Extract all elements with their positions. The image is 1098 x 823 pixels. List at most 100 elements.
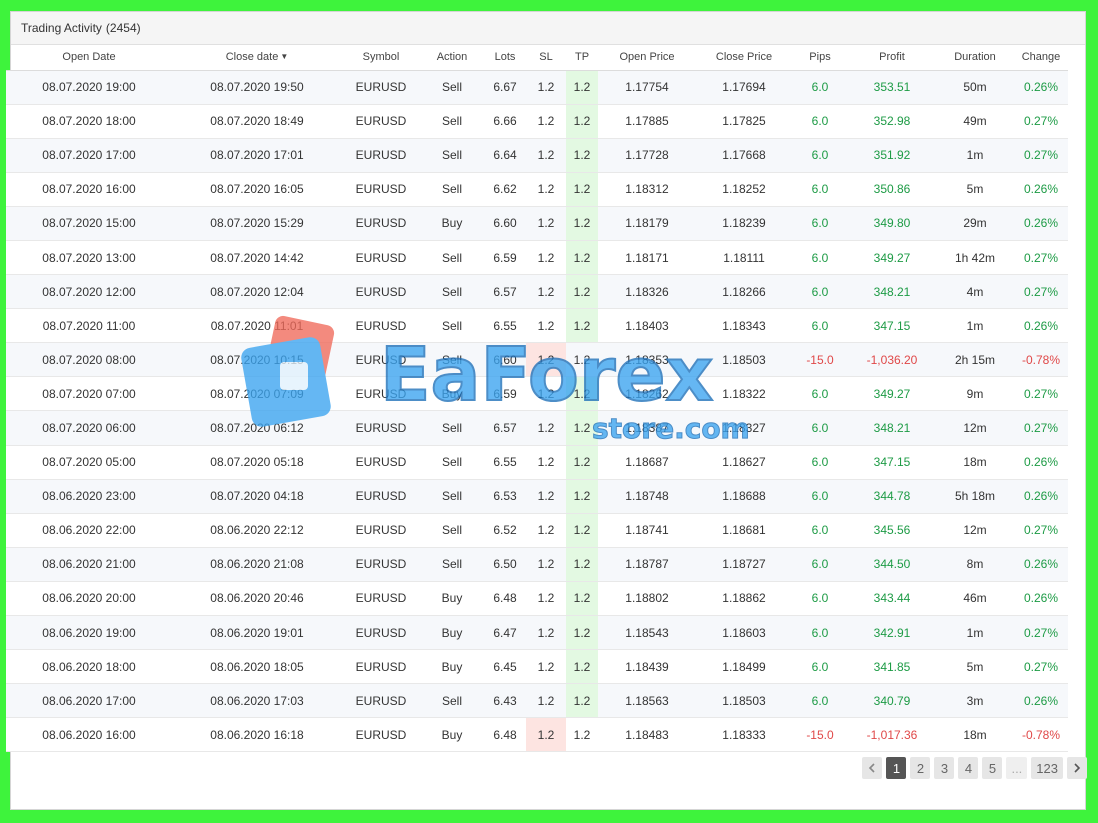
table-row: 08.06.2020 19:00 08.06.2020 19:01 EURUSD Bu…: [6, 615, 1068, 651]
cell-action: Sell: [420, 479, 484, 514]
cell-close-date: 08.07.2020 19:50: [172, 70, 342, 105]
page-button-2[interactable]: 2: [910, 757, 931, 779]
cell-lots: 6.67: [484, 70, 526, 105]
trades-table: Open Date Close date ▼ Symbol Action Lots SL TP…: [6, 45, 1068, 753]
cell-duration: 8m: [936, 547, 1014, 582]
cell-lots: 6.60: [484, 206, 526, 241]
cell-open-date: 08.07.2020 05:00: [6, 445, 172, 480]
chevron-right-icon[interactable]: [1067, 757, 1087, 779]
cell-duration: 5m: [936, 649, 1014, 685]
cell-duration: 1m: [936, 615, 1014, 651]
cell-lots: 6.59: [484, 240, 526, 276]
chevron-left-icon[interactable]: [862, 757, 883, 779]
cell-tp: 1.2: [566, 206, 598, 241]
cell-open-price: 1.18741: [598, 513, 696, 548]
page-button-5[interactable]: 5: [982, 757, 1003, 779]
table-row: 08.06.2020 21:00 08.06.2020 21:08 EURUSD Se…: [6, 547, 1068, 582]
cell-pips: 6.0: [792, 240, 848, 276]
cell-change: -0.78%: [1014, 717, 1068, 753]
cell-change: 0.27%: [1014, 376, 1068, 412]
cell-tp: 1.2: [566, 376, 598, 412]
cell-profit: 347.15: [848, 445, 936, 480]
cell-symbol: EURUSD: [342, 615, 420, 651]
cell-lots: 6.43: [484, 683, 526, 719]
cell-pips: 6.0: [792, 615, 848, 651]
cell-action: Sell: [420, 547, 484, 582]
cell-sl: 1.2: [526, 240, 566, 276]
cell-close-date: 08.07.2020 06:12: [172, 410, 342, 446]
page-button-3[interactable]: 3: [934, 757, 955, 779]
table-row: 08.06.2020 16:00 08.06.2020 16:18 EURUSD Bu…: [6, 717, 1068, 753]
column-header-label: Symbol: [362, 51, 400, 64]
table-row: 08.07.2020 16:00 08.07.2020 16:05 EURUSD Se…: [6, 172, 1068, 207]
column-header-lots[interactable]: Lots: [484, 45, 526, 71]
cell-sl: 1.2: [526, 376, 566, 412]
cell-profit: 350.86: [848, 172, 936, 207]
column-header-open-price[interactable]: Open Price: [598, 45, 696, 71]
column-header-close-date[interactable]: Close date ▼: [172, 45, 342, 71]
cell-sl: 1.2: [526, 513, 566, 548]
column-header-open-date[interactable]: Open Date: [6, 45, 172, 71]
cell-duration: 18m: [936, 445, 1014, 480]
cell-lots: 6.66: [484, 104, 526, 139]
column-header-tp[interactable]: TP: [566, 45, 598, 71]
column-header-label: Pips: [809, 51, 831, 64]
cell-duration: 1h 42m: [936, 240, 1014, 276]
cell-action: Buy: [420, 376, 484, 412]
cell-duration: 5m: [936, 172, 1014, 207]
cell-change: 0.27%: [1014, 104, 1068, 139]
cell-open-price: 1.18483: [598, 717, 696, 753]
cell-symbol: EURUSD: [342, 172, 420, 207]
table-row: 08.07.2020 13:00 08.07.2020 14:42 EURUSD Se…: [6, 240, 1068, 276]
cell-open-date: 08.07.2020 11:00: [6, 308, 172, 344]
column-header-label: SL: [539, 51, 553, 64]
cell-symbol: EURUSD: [342, 581, 420, 617]
cell-symbol: EURUSD: [342, 70, 420, 105]
table-row: 08.07.2020 17:00 08.07.2020 17:01 EURUSD Se…: [6, 138, 1068, 173]
cell-lots: 6.48: [484, 581, 526, 617]
cell-pips: 6.0: [792, 581, 848, 617]
page-last-button[interactable]: 123: [1031, 757, 1063, 779]
cell-pips: 6.0: [792, 308, 848, 344]
column-header-symbol[interactable]: Symbol: [342, 45, 420, 71]
page-button-1[interactable]: 1: [886, 757, 907, 779]
cell-open-price: 1.18179: [598, 206, 696, 241]
cell-close-price: 1.18603: [696, 615, 792, 651]
cell-sl: 1.2: [526, 206, 566, 241]
cell-close-date: 08.07.2020 17:01: [172, 138, 342, 173]
cell-sl: 1.2: [526, 342, 566, 378]
cell-pips: 6.0: [792, 206, 848, 241]
column-header-label: Open Price: [619, 51, 675, 64]
cell-symbol: EURUSD: [342, 445, 420, 480]
cell-change: 0.26%: [1014, 547, 1068, 582]
cell-change: 0.27%: [1014, 410, 1068, 446]
column-header-duration[interactable]: Duration: [936, 45, 1014, 71]
column-header-pips[interactable]: Pips: [792, 45, 848, 71]
cell-close-price: 1.18499: [696, 649, 792, 685]
cell-sl: 1.2: [526, 445, 566, 480]
column-header-change[interactable]: Change: [1014, 45, 1068, 71]
cell-duration: 3m: [936, 683, 1014, 719]
column-header-sl[interactable]: SL: [526, 45, 566, 71]
page-button-4[interactable]: 4: [958, 757, 979, 779]
cell-tp: 1.2: [566, 410, 598, 446]
cell-change: 0.26%: [1014, 308, 1068, 344]
cell-lots: 6.62: [484, 172, 526, 207]
sort-desc-icon[interactable]: ▼: [280, 52, 288, 61]
cell-close-date: 08.07.2020 07:09: [172, 376, 342, 412]
column-header-profit[interactable]: Profit: [848, 45, 936, 71]
trade-count: (2454): [105, 21, 141, 35]
column-header-label: TP: [574, 51, 590, 64]
cell-profit: 340.79: [848, 683, 936, 719]
pagination-ellipsis: ...: [1006, 757, 1028, 779]
column-header-action[interactable]: Action: [420, 45, 484, 71]
cell-open-date: 08.07.2020 15:00: [6, 206, 172, 241]
cell-close-price: 1.18681: [696, 513, 792, 548]
cell-duration: 1m: [936, 138, 1014, 173]
cell-pips: 6.0: [792, 376, 848, 412]
cell-symbol: EURUSD: [342, 717, 420, 753]
table-row: 08.06.2020 17:00 08.06.2020 17:03 EURUSD Se…: [6, 683, 1068, 719]
column-header-close-price[interactable]: Close Price: [696, 45, 792, 71]
cell-tp: 1.2: [566, 308, 598, 344]
cell-close-date: 08.07.2020 18:49: [172, 104, 342, 139]
